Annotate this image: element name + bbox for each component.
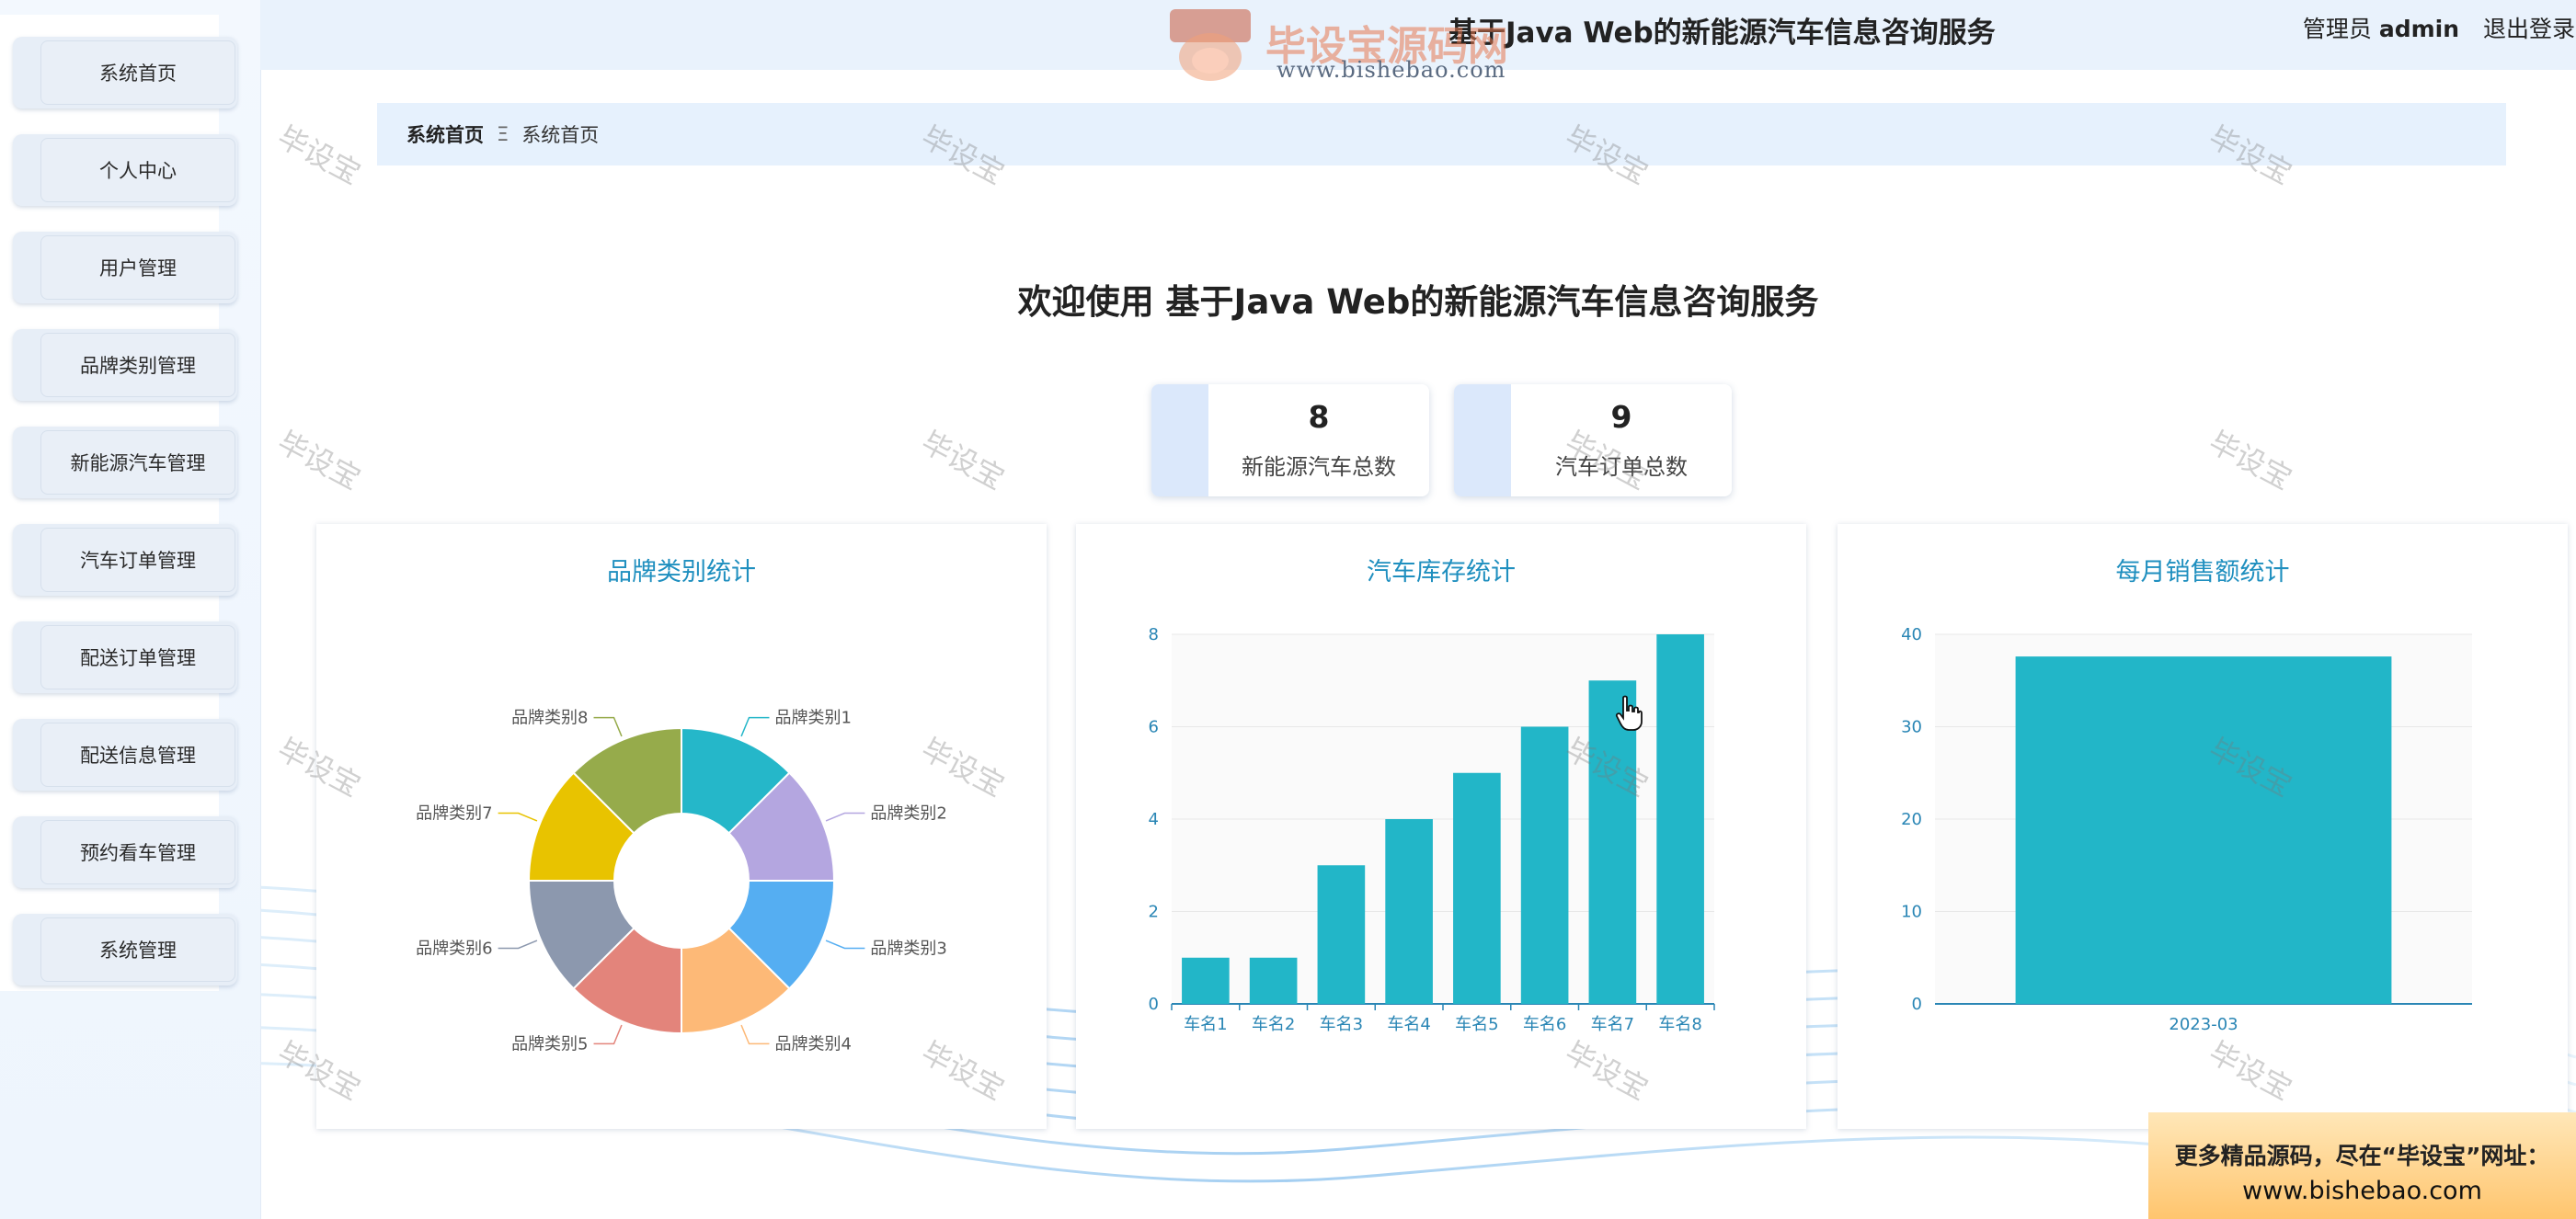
breadcrumb-current: 系统首页 <box>521 124 600 146</box>
sidebar-item-delivery-orders[interactable]: 配送订单管理 <box>13 621 237 693</box>
bar <box>1182 957 1230 1004</box>
user-info: 管理员 admin 退出登录 <box>2303 11 2575 44</box>
stat-value: 9 <box>1610 399 1632 435</box>
sidebar-item-label: 个人中心 <box>40 138 235 202</box>
sidebar-item-profile[interactable]: 个人中心 <box>13 134 237 206</box>
stat-card-ev-total: 8 新能源汽车总数 <box>1151 384 1429 496</box>
watermark-logo-icon <box>1170 9 1251 81</box>
sidebar-item-label: 汽车订单管理 <box>40 528 235 592</box>
user-role: 管理员 <box>2302 16 2372 42</box>
hand-cursor-icon <box>1615 695 1643 731</box>
sidebar-item-label: 新能源汽车管理 <box>40 430 235 495</box>
x-tick-label: 车名8 <box>1658 1015 1701 1034</box>
y-tick-label: 4 <box>1149 810 1159 829</box>
y-tick-label: 6 <box>1149 718 1159 737</box>
bar <box>1453 772 1501 1004</box>
pie-label: 品牌类别2 <box>870 804 946 824</box>
pie-label-line <box>825 940 865 950</box>
pie-label: 品牌类别4 <box>774 1034 851 1054</box>
pie-label-line <box>740 1024 770 1045</box>
sidebar-item-viewing-appointments[interactable]: 预约看车管理 <box>13 816 237 888</box>
x-tick-label: 车名4 <box>1387 1015 1430 1034</box>
pie-label: 品牌类别8 <box>511 709 588 728</box>
bar <box>2015 656 2392 1004</box>
pie-label: 品牌类别1 <box>774 709 851 728</box>
y-tick-label: 0 <box>1149 995 1159 1014</box>
pie-label-line <box>498 940 538 950</box>
pie-label: 品牌类别3 <box>870 939 946 958</box>
monthly-sales-chart-panel: 每月销售额统计 0 10 20 30 40 2023-03 <box>1838 524 2568 1129</box>
bar <box>1249 957 1298 1004</box>
pie-label: 品牌类别5 <box>511 1034 588 1054</box>
sidebar-item-label: 配送订单管理 <box>40 625 235 689</box>
sidebar-item-label: 系统首页 <box>40 40 235 105</box>
stat-label: 汽车订单总数 <box>1555 454 1688 480</box>
sidebar-item-delivery-info[interactable]: 配送信息管理 <box>13 719 237 791</box>
sidebar-item-brand-category[interactable]: 品牌类别管理 <box>13 329 237 401</box>
y-tick-label: 2 <box>1149 903 1159 922</box>
sidebar-item-label: 系统管理 <box>40 917 235 982</box>
logout-link[interactable]: 退出登录 <box>2483 16 2575 42</box>
promo-banner[interactable]: 更多精品源码，尽在“毕设宝”网址： www.bishebao.com <box>2148 1112 2576 1219</box>
stock-bar-chart: 0 2 4 6 8 车名1 车名2 车名3 车名4 车名5 车名6 车名7 车名8 <box>1149 625 1715 1034</box>
pie-label-line <box>498 812 538 822</box>
stat-card-accent <box>1151 384 1208 496</box>
bar <box>1317 865 1366 1004</box>
pie-label-line <box>593 1024 623 1045</box>
sidebar-item-system[interactable]: 系统管理 <box>13 914 237 985</box>
bar <box>1385 819 1433 1004</box>
promo-line-1: 更多精品源码，尽在“毕设宝”网址： <box>2174 1143 2550 1169</box>
x-tick-label: 车名7 <box>1591 1015 1634 1034</box>
stat-card-accent <box>1454 384 1511 496</box>
stat-label: 新能源汽车总数 <box>1242 454 1396 480</box>
pie-label-line <box>740 716 770 737</box>
promo-url: www.bishebao.com <box>2242 1177 2482 1205</box>
pie-label-line <box>825 812 865 822</box>
y-tick-label: 30 <box>1901 718 1922 737</box>
y-tick-label: 20 <box>1901 810 1922 829</box>
x-tick-label: 车名5 <box>1455 1015 1498 1034</box>
y-tick-label: 10 <box>1901 903 1922 922</box>
bar <box>1520 726 1569 1004</box>
x-tick-label: 车名2 <box>1252 1015 1295 1034</box>
pie-label: 品牌类别6 <box>416 939 492 958</box>
y-tick-label: 40 <box>1901 625 1922 644</box>
watermark-url: www.bishebao.com <box>1277 57 1506 83</box>
x-tick-label: 车名6 <box>1523 1015 1566 1034</box>
sidebar-item-label: 预约看车管理 <box>40 820 235 884</box>
welcome-heading: 欢迎使用 基于Java Web的新能源汽车信息咨询服务 <box>1017 282 1819 322</box>
sales-bar-chart: 0 10 20 30 40 2023-03 <box>1901 625 2472 1034</box>
breadcrumb-home[interactable]: 系统首页 <box>406 120 484 148</box>
x-tick-label: 车名3 <box>1320 1015 1363 1034</box>
breadcrumb-separator-icon: Ξ <box>497 123 509 145</box>
sidebar-item-ev-management[interactable]: 新能源汽车管理 <box>13 427 237 498</box>
sidebar-item-label: 品牌类别管理 <box>40 333 235 397</box>
x-tick-label: 2023-03 <box>2169 1015 2238 1034</box>
breadcrumb: 系统首页 Ξ 系统首页 <box>377 103 2506 165</box>
stat-value: 8 <box>1308 399 1330 435</box>
pie-label-line <box>593 716 623 737</box>
y-tick-label: 0 <box>1912 995 1922 1014</box>
sidebar: 系统首页 个人中心 用户管理 品牌类别管理 新能源汽车管理 汽车订单管理 配送订… <box>0 0 261 1219</box>
sidebar-item-home[interactable]: 系统首页 <box>13 37 237 108</box>
x-tick-label: 车名1 <box>1184 1015 1227 1034</box>
user-name: admin <box>2378 16 2460 42</box>
pie-chart: 品牌类别1 品牌类别2 品牌类别3 品牌类别4 品牌类别5 品牌类别6 品牌类别7 品牌类别8 <box>416 709 947 1054</box>
y-tick-label: 8 <box>1149 625 1159 644</box>
pie-label: 品牌类别7 <box>416 804 492 824</box>
brand-category-chart-panel: 品牌类别统计 品牌类别1 品牌类别2 品牌类别3 品牌类别4 品牌类别5 品牌类别6 品牌类… <box>316 524 1047 1129</box>
stat-card-order-total: 9 汽车订单总数 <box>1454 384 1732 496</box>
car-stock-chart-panel: 汽车库存统计 0 2 4 6 8 车名1 车名2 车名3 车名4 车名5 车名6 车名7 车名8 <box>1076 524 1806 1129</box>
app-title: 基于Java Web的新能源汽车信息咨询服务 <box>1448 17 1996 50</box>
sidebar-item-car-orders[interactable]: 汽车订单管理 <box>13 524 237 596</box>
sidebar-item-label: 配送信息管理 <box>40 723 235 787</box>
bar <box>1656 634 1704 1004</box>
